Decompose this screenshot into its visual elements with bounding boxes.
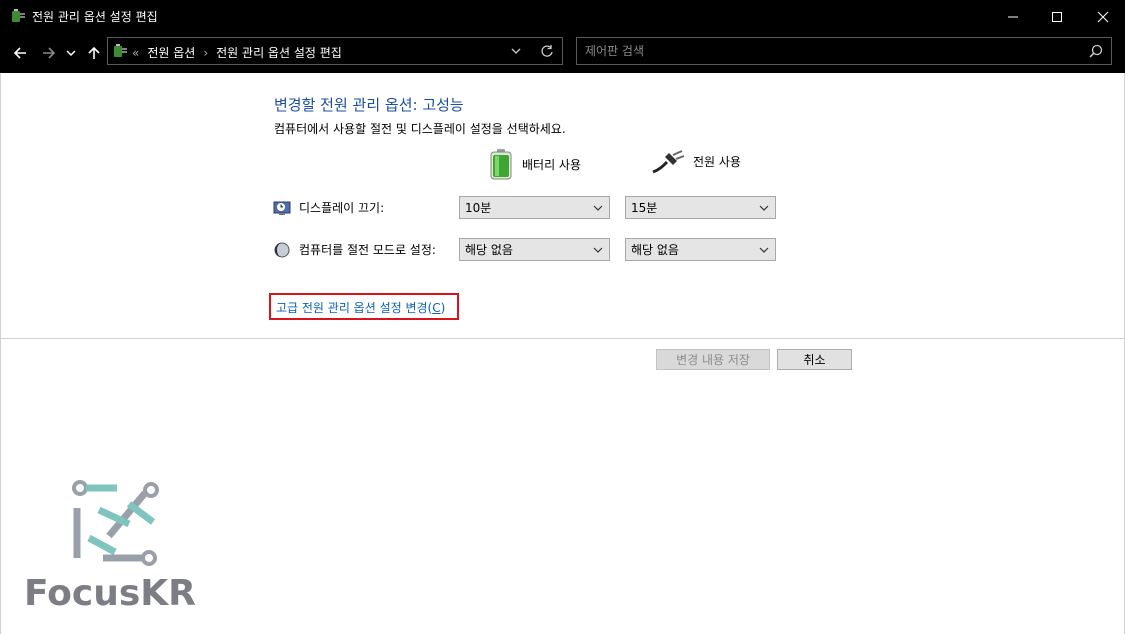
column-header-battery: 배터리 사용: [488, 148, 581, 180]
watermark-text: FocusKR: [24, 573, 196, 614]
sleep-battery-value: 해당 없음: [465, 243, 513, 257]
chevron-down-icon: [66, 50, 76, 57]
column-label-plugged-in: 전원 사용: [693, 154, 741, 169]
arrow-right-icon: [43, 47, 56, 59]
sleep-plugged-select[interactable]: 해당 없음: [625, 238, 776, 261]
forward-button[interactable]: [39, 43, 59, 63]
setting-label-display-off: 디스플레이 끄기:: [299, 201, 385, 215]
chevron-down-icon: [759, 247, 769, 253]
power-options-icon: [12, 9, 25, 22]
maximize-button[interactable]: [1034, 0, 1080, 33]
setting-row-sleep: 컴퓨터를 절전 모드로 설정:: [273, 241, 436, 258]
watermark-logo: FocusKR: [24, 478, 224, 618]
up-button[interactable]: [84, 43, 104, 63]
title-bar: 전원 관리 옵션 설정 편집: [0, 0, 1125, 33]
power-plug-icon: [652, 150, 685, 174]
search-input[interactable]: [585, 42, 1075, 60]
chevron-down-icon: [759, 205, 769, 211]
refresh-icon[interactable]: [540, 44, 554, 58]
save-changes-button[interactable]: 변경 내용 저장: [656, 349, 770, 370]
page-title: 변경할 전원 관리 옵션: 고성능: [274, 96, 464, 114]
column-header-plugged-in: 전원 사용: [651, 148, 741, 174]
chevron-down-icon: [593, 247, 603, 253]
maximize-icon: [1052, 11, 1062, 22]
search-box[interactable]: [576, 37, 1112, 65]
setting-row-display-off: 디스플레이 끄기:: [273, 199, 384, 216]
advanced-settings-highlight: 고급 전원 관리 옵션 설정 변경(C): [269, 293, 459, 320]
advanced-settings-link[interactable]: 고급 전원 관리 옵션 설정 변경(C): [276, 299, 445, 316]
minimize-button[interactable]: [990, 0, 1036, 33]
chevron-down-icon[interactable]: [510, 45, 522, 57]
setting-label-sleep: 컴퓨터를 절전 모드로 설정:: [299, 243, 436, 257]
breadcrumb-power-options[interactable]: 전원 옵션: [147, 44, 195, 61]
window-title: 전원 관리 옵션 설정 편집: [32, 10, 158, 24]
sleep-plugged-value: 해당 없음: [631, 243, 679, 257]
advanced-link-text: 고급 전원 관리 옵션 설정 변경(: [276, 301, 433, 315]
recent-locations-button[interactable]: [64, 43, 78, 63]
search-icon[interactable]: [1089, 44, 1103, 58]
minimize-icon: [1008, 16, 1018, 17]
breadcrumb-separator[interactable]: ›: [203, 46, 208, 60]
page-description: 컴퓨터에서 사용할 절전 및 디스플레이 설정을 선택하세요.: [274, 122, 566, 136]
breadcrumb-edit-plan[interactable]: 전원 관리 옵션 설정 편집: [216, 44, 342, 61]
close-button[interactable]: [1080, 0, 1125, 33]
display-timer-icon: [273, 201, 291, 215]
advanced-link-accelerator: C: [432, 301, 441, 315]
display-off-battery-value: 10분: [465, 201, 492, 215]
address-bar[interactable]: « 전원 옵션 › 전원 관리 옵션 설정 편집: [107, 37, 563, 65]
battery-icon: [490, 149, 512, 180]
display-off-plugged-value: 15분: [631, 201, 658, 215]
back-button[interactable]: [10, 43, 30, 63]
divider: [1, 338, 1124, 339]
sleep-battery-select[interactable]: 해당 없음: [459, 238, 610, 261]
focuskr-logo-icon: [72, 480, 159, 566]
close-icon: [1097, 11, 1109, 22]
column-label-battery: 배터리 사용: [522, 157, 582, 172]
arrow-up-icon: [88, 46, 100, 59]
sleep-moon-icon: [274, 242, 290, 257]
advanced-link-close: ): [440, 301, 446, 315]
power-options-icon: [114, 44, 127, 57]
breadcrumb-overflow[interactable]: «: [132, 46, 139, 60]
cancel-button[interactable]: 취소: [777, 349, 852, 370]
display-off-battery-select[interactable]: 10분: [459, 196, 610, 219]
arrow-left-icon: [13, 47, 26, 59]
chevron-down-icon: [593, 205, 603, 211]
display-off-plugged-select[interactable]: 15분: [625, 196, 776, 219]
